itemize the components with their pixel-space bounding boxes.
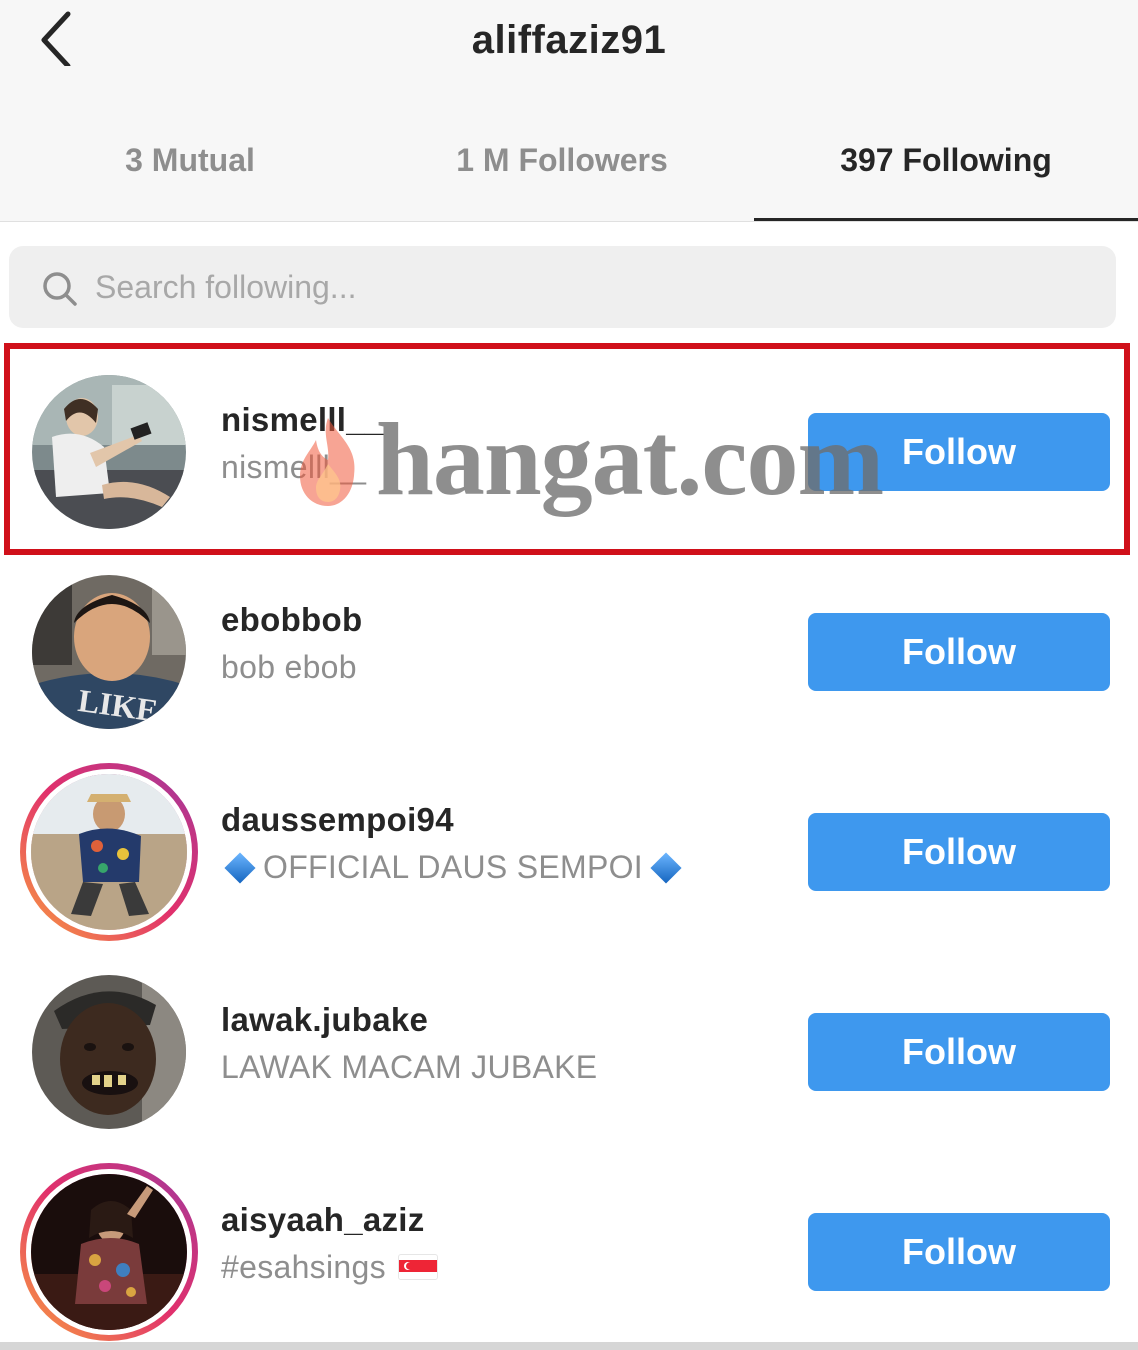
follow-button[interactable]: Follow — [808, 1013, 1110, 1091]
account-username[interactable]: ebobbob — [221, 601, 362, 639]
avatar-image — [26, 769, 192, 935]
avatar[interactable] — [20, 963, 198, 1141]
account-username[interactable]: lawak.jubake — [221, 1001, 428, 1039]
follow-button[interactable]: Follow — [808, 1213, 1110, 1291]
account-fullname: LAWAK MACAM JUBAKE — [221, 1049, 598, 1085]
search-bar[interactable] — [9, 246, 1116, 328]
top-bar: aliffaziz91 3 Mutual 1 M Followers 397 F… — [0, 0, 1138, 222]
follow-button[interactable]: Follow — [808, 413, 1110, 491]
account-fullname: bob ebob — [221, 649, 357, 685]
list-item[interactable]: LIKE ebobbob bob ebob Follow — [0, 549, 1138, 749]
blue-diamond-icon — [224, 851, 256, 884]
avatar-image — [32, 975, 186, 1129]
account-username[interactable]: daussempoi94 — [221, 801, 454, 839]
bottom-edge — [0, 1342, 1138, 1350]
divider — [0, 221, 1138, 222]
account-fullname-line: #esahsings — [221, 1249, 438, 1286]
follow-button[interactable]: Follow — [808, 613, 1110, 691]
avatar-image: LIKE — [32, 575, 186, 729]
account-fullname-line: OFFICIAL DAUS SEMPOI — [221, 849, 689, 886]
list-item[interactable]: nismelll__ nismelll__ Follow — [0, 349, 1138, 549]
avatar-story-ring[interactable] — [20, 1163, 198, 1341]
account-fullname: nismelll__ — [221, 449, 367, 485]
account-fullname: OFFICIAL DAUS SEMPOI — [263, 849, 643, 885]
singapore-flag-icon — [397, 1254, 438, 1281]
search-input[interactable] — [95, 258, 1075, 316]
tab-followers[interactable]: 1 M Followers — [372, 142, 752, 179]
avatar-image — [26, 1169, 192, 1335]
avatar[interactable] — [20, 363, 198, 541]
avatar-image — [32, 375, 186, 529]
account-fullname: #esahsings — [221, 1249, 386, 1285]
list-item[interactable]: lawak.jubake LAWAK MACAM JUBAKE Follow — [0, 949, 1138, 1149]
list-item[interactable]: daussempoi94 OFFICIAL DAUS SEMPOI Follow — [0, 749, 1138, 949]
blue-diamond-icon — [650, 851, 682, 884]
account-username[interactable]: aisyaah_aziz — [221, 1201, 425, 1239]
profile-username-title: aliffaziz91 — [471, 18, 667, 62]
tab-mutual[interactable]: 3 Mutual — [0, 142, 380, 179]
search-icon — [43, 272, 77, 306]
avatar[interactable]: LIKE — [20, 563, 198, 741]
tab-following[interactable]: 397 Following — [756, 142, 1136, 179]
avatar-story-ring[interactable] — [20, 763, 198, 941]
account-username[interactable]: nismelll__ — [221, 401, 384, 439]
tab-bar: 3 Mutual 1 M Followers 397 Following — [0, 120, 1138, 222]
follow-button[interactable]: Follow — [808, 813, 1110, 891]
list-item[interactable]: aisyaah_aziz #esahsings Follow — [0, 1149, 1138, 1349]
